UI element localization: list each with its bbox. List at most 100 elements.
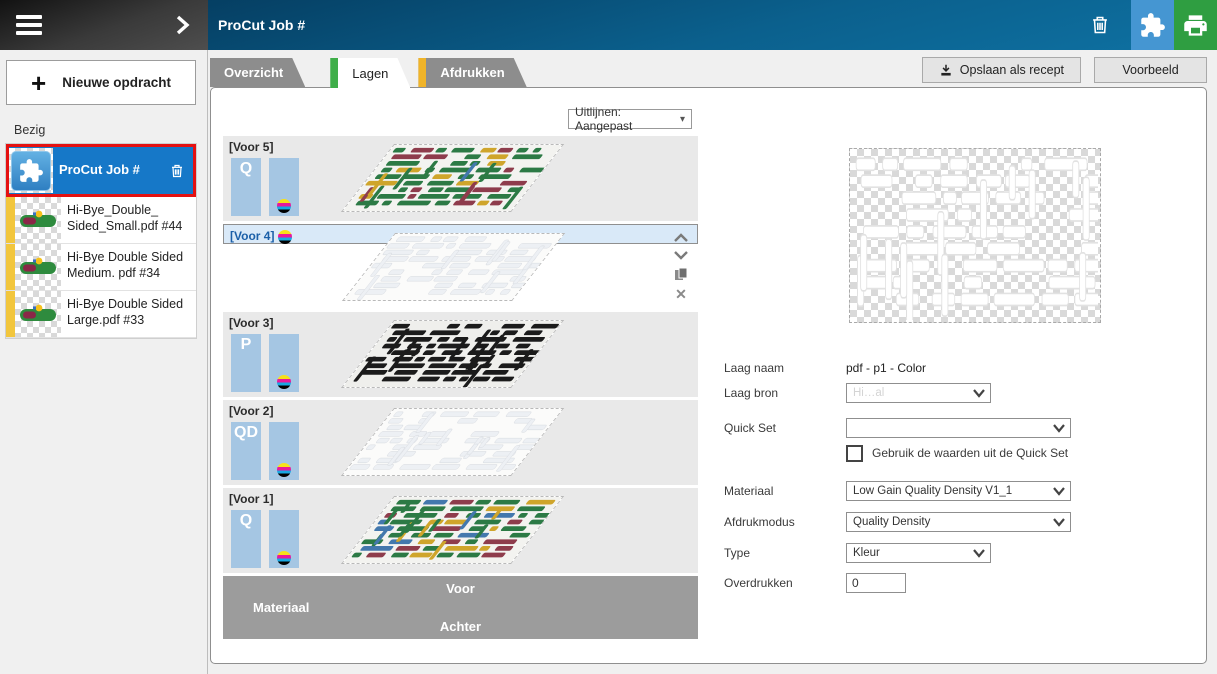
- plus-icon: +: [31, 67, 47, 98]
- new-job-label: Nieuwe opdracht: [62, 75, 171, 90]
- layer-row-voor-2[interactable]: [Voor 2] QD: [223, 400, 698, 485]
- tab-accent-yellow: [418, 58, 426, 87]
- delete-job-icon[interactable]: [1089, 13, 1111, 37]
- print-icon[interactable]: [1174, 0, 1217, 50]
- layer-id: [Voor 3]: [229, 316, 274, 330]
- tab-afdrukken[interactable]: Afdrukken: [418, 58, 526, 87]
- duplicate-layer-icon[interactable]: [674, 267, 688, 281]
- use-quick-set-checkbox[interactable]: [846, 444, 863, 462]
- type-row: Type Kleur: [724, 543, 991, 563]
- job-delete-icon[interactable]: [169, 162, 185, 180]
- type-label: Type: [724, 546, 751, 560]
- titlebar: ProCut Job #: [0, 0, 1217, 50]
- job-thumbnail: [15, 244, 61, 290]
- move-layer-up-icon[interactable]: [673, 233, 689, 243]
- job-preview-logo: [20, 257, 56, 274]
- hamburger-menu-icon[interactable]: [16, 15, 42, 35]
- layer-row-voor-4[interactable]: [Voor 4] QD ✕: [223, 224, 698, 301]
- quick-set-select[interactable]: [846, 418, 1071, 438]
- select-chevron-icon: [1052, 485, 1066, 500]
- job-name: Hi-Bye_Double_ Sided_Small.pdf #44: [67, 203, 183, 234]
- layer-mode-label: Q: [239, 512, 253, 529]
- cmyk-icon: [277, 463, 291, 477]
- titlebar-main: ProCut Job #: [208, 0, 1217, 50]
- overdrukken-input[interactable]: [846, 573, 906, 593]
- tab-label: Overzicht: [224, 65, 284, 80]
- tab-label: Lagen: [352, 65, 389, 81]
- layer-thumbnail: [341, 408, 565, 476]
- layer-thumbnail: [341, 496, 565, 564]
- sidebar-expand-chevron-icon[interactable]: [172, 14, 192, 36]
- material-side-label: Materiaal: [253, 600, 310, 615]
- tab-overzicht[interactable]: Overzicht: [210, 58, 305, 87]
- materiaal-label: Materiaal: [724, 484, 774, 498]
- cmyk-icon: [277, 551, 291, 565]
- select-chevron-icon: [1052, 422, 1066, 437]
- type-select[interactable]: Kleur: [846, 543, 991, 563]
- job-sidebar: + Nieuwe opdracht Bezig ProCut Job # Hi-…: [0, 50, 208, 674]
- layer-id: [Voor 2]: [229, 404, 274, 418]
- layer-color-bar: [269, 510, 299, 568]
- laag-naam-label: Laag naam: [724, 361, 785, 375]
- tab-lagen[interactable]: Lagen: [330, 58, 410, 88]
- select-chevron-icon: [972, 547, 986, 562]
- job-item-procut[interactable]: ProCut Job #: [6, 144, 196, 197]
- puzzle-job-icon: [11, 150, 51, 191]
- layer-row-voor-5[interactable]: [Voor 5] Q: [223, 136, 698, 221]
- tab-label: Afdrukken: [440, 65, 505, 80]
- new-job-button[interactable]: + Nieuwe opdracht: [6, 60, 196, 105]
- layer-color-bar: [269, 422, 299, 480]
- main-area: Overzicht Lagen Afdrukken Opslaan als re…: [208, 50, 1217, 674]
- afdrukmodus-select[interactable]: Quality Density: [846, 512, 1071, 532]
- afdrukmodus-label: Afdrukmodus: [724, 515, 795, 529]
- layer-controls: ✕: [673, 233, 689, 301]
- layer-row-voor-1[interactable]: [Voor 1] Q: [223, 488, 698, 573]
- back-side-label: Achter: [439, 619, 482, 634]
- layer-preview-image: [849, 148, 1130, 328]
- overdrukken-row: Overdrukken: [724, 573, 906, 593]
- preview-button[interactable]: Voorbeeld: [1094, 57, 1207, 83]
- job-item-large[interactable]: Hi-Bye Double Sided Large.pdf #33: [6, 291, 196, 338]
- layer-mode-bar: QD: [231, 422, 261, 480]
- remove-layer-icon[interactable]: ✕: [675, 287, 687, 301]
- job-list: ProCut Job # Hi-Bye_Double_ Sided_Small.…: [5, 143, 197, 339]
- job-name: Hi-Bye Double Sided Large.pdf #33: [67, 297, 184, 328]
- job-preview-logo: [20, 210, 56, 227]
- layer-mode-label: P: [240, 336, 252, 353]
- align-dropdown-value: Uitlijnen: Aangepast: [575, 105, 633, 133]
- job-thumbnail: [9, 148, 53, 193]
- layer-color-bar: [269, 334, 299, 392]
- job-preview-logo: [20, 304, 56, 321]
- window-title: ProCut Job #: [218, 17, 306, 33]
- save-recipe-button[interactable]: Opslaan als recept: [921, 57, 1081, 83]
- tab-accent-green: [330, 58, 338, 88]
- job-item-medium[interactable]: Hi-Bye Double Sided Medium. pdf #34: [6, 244, 196, 291]
- job-status-strip: [6, 197, 15, 243]
- move-layer-down-icon[interactable]: [673, 250, 689, 260]
- layer-thumbnail: [342, 233, 566, 301]
- preview-label: Voorbeeld: [1122, 63, 1179, 77]
- layer-thumbnail: [341, 144, 565, 212]
- job-name: ProCut Job #: [59, 162, 140, 178]
- align-dropdown[interactable]: Uitlijnen: Aangepast ▾: [568, 105, 692, 133]
- layer-row-voor-3[interactable]: [Voor 3] P: [223, 312, 698, 397]
- layer-mode-bar: Q: [231, 510, 261, 568]
- layer-mode-bar: P: [231, 334, 261, 392]
- layer-mode-bar: Q: [231, 158, 261, 216]
- layer-mode-label: QD: [235, 249, 259, 266]
- materiaal-select[interactable]: Low Gain Quality Density V1_1: [846, 481, 1071, 501]
- overdrukken-label: Overdrukken: [724, 576, 793, 590]
- save-recipe-label: Opslaan als recept: [959, 63, 1064, 77]
- quick-set-row: Quick Set: [724, 418, 1071, 438]
- laag-bron-select[interactable]: Hi…al: [846, 383, 991, 403]
- job-item-small[interactable]: Hi-Bye_Double_ Sided_Small.pdf #44: [6, 197, 196, 244]
- laag-naam-value: pdf - p1 - Color: [846, 361, 927, 375]
- procut-puzzle-icon[interactable]: [1131, 0, 1174, 50]
- layer-id: [Voor 5]: [229, 140, 274, 154]
- menu-section: [0, 0, 208, 50]
- job-thumbnail: [15, 291, 61, 337]
- quick-set-label: Quick Set: [724, 421, 777, 435]
- layer-mode-label: QD: [234, 424, 258, 441]
- type-value: Kleur: [853, 547, 880, 559]
- layer-color-bar: [269, 158, 299, 216]
